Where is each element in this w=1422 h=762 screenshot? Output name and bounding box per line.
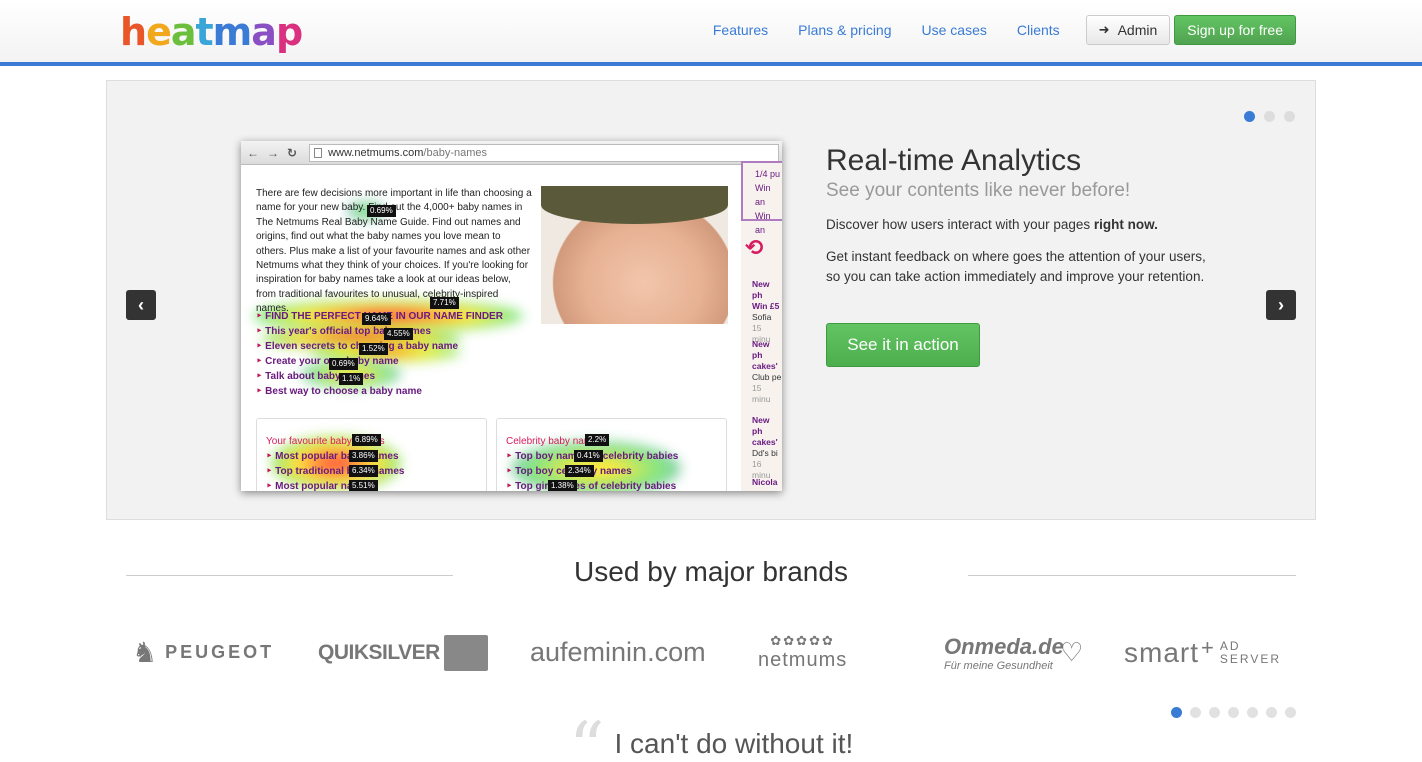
aufeminin-logo: aufeminin.com	[530, 637, 706, 667]
click-percent-badge: 1.52%	[359, 343, 388, 355]
smart-adserver-logo: smart + AD SERVER	[1124, 634, 1281, 668]
pregnant-belly-photo	[541, 186, 728, 324]
hero-paragraph-1: Discover how users interact with your pa…	[826, 217, 1158, 232]
carousel-dot-3[interactable]	[1284, 111, 1295, 122]
heatmap-screenshot: ← → ↻ www.netmums.com/baby-names There a…	[241, 141, 782, 491]
click-percent-badge: 2.34%	[565, 465, 594, 477]
netmums-logo: ✿✿✿✿✿ netmums	[758, 633, 848, 671]
carousel-prev-button[interactable]: ‹	[126, 290, 156, 320]
hero-copy: Real-time Analytics See your contents li…	[826, 143, 1206, 287]
click-percent-badge: 6.34%	[349, 465, 378, 477]
url-host: www.netmums.com	[328, 146, 424, 159]
see-it-in-action-button[interactable]: See it in action	[826, 323, 980, 367]
logo-letter: a	[251, 10, 277, 54]
admin-button[interactable]: ➜ Admin	[1085, 15, 1171, 45]
brands-dot-3[interactable]	[1209, 707, 1220, 718]
plus-icon: +	[1201, 634, 1214, 660]
carousel-dot-1[interactable]	[1244, 111, 1255, 122]
heatmap-logo[interactable]: heatmap	[120, 10, 303, 54]
heart-cross-icon: ♡	[1060, 637, 1084, 667]
brands-dot-1[interactable]	[1171, 707, 1182, 718]
hero-carousel: ‹ › ← → ↻ www.netmums.com/baby-names The…	[106, 80, 1316, 520]
click-percent-badge: 9.64%	[362, 313, 391, 325]
nav-plans-pricing[interactable]: Plans & pricing	[798, 22, 891, 38]
nav-clients[interactable]: Clients	[1017, 22, 1060, 38]
testimonial: “I can't do without it!	[0, 713, 1422, 762]
click-percent-badge: 3.86%	[349, 450, 378, 462]
news-item: New ph cakes' Dd's bi 16 minu	[752, 415, 778, 480]
promo-box: 1/4 pu Win an Win an	[741, 161, 782, 235]
promo-line: Win an	[755, 183, 771, 207]
wave-icon	[443, 634, 488, 671]
forward-arrow-icon: →	[267, 145, 279, 160]
news-item: New ph Win £5 Sofia 15 minu	[752, 279, 780, 344]
people-icon: ✿✿✿✿✿	[770, 633, 835, 648]
quote-mark-icon: “	[568, 707, 605, 762]
box-title: Celebrity baby names	[506, 436, 603, 447]
brands-carousel-indicators	[1163, 707, 1296, 718]
nav-features[interactable]: Features	[713, 22, 768, 38]
hero-title: Real-time Analytics	[826, 144, 1082, 177]
click-percent-badge: 4.55%	[384, 328, 413, 340]
click-percent-badge: 0.69%	[329, 358, 358, 370]
brands-dot-5[interactable]	[1247, 707, 1258, 718]
quiksilver-logo: QUIKSILVER	[318, 625, 488, 680]
page-icon	[314, 147, 323, 158]
celebrity-names-box: Celebrity baby names Top boy names of ce…	[496, 418, 727, 491]
promo-line: 1/4 pu	[755, 169, 781, 179]
click-percent-badge: 0.41%	[574, 450, 603, 462]
logo-letter: h	[120, 10, 147, 54]
article-link[interactable]: Talk about baby names	[256, 369, 503, 384]
article-link[interactable]: Best way to choose a baby name	[256, 384, 503, 399]
click-percent-badge: 0.69%	[367, 205, 396, 217]
logo-letter: p	[275, 10, 303, 54]
brands-dot-4[interactable]	[1228, 707, 1239, 718]
click-percent-badge: 7.71%	[430, 297, 459, 309]
brands-dot-7[interactable]	[1285, 707, 1296, 718]
address-bar: www.netmums.com/baby-names	[309, 143, 780, 162]
article-link[interactable]: This year's official top baby names	[256, 324, 503, 339]
site-header: heatmap Features Plans & pricing Use cas…	[0, 0, 1422, 66]
news-item: New ph cakes' Club pe 15 minu	[752, 339, 782, 404]
click-percent-badge: 1.38%	[548, 480, 577, 491]
browser-toolbar: ← → ↻ www.netmums.com/baby-names	[241, 141, 782, 165]
box-link[interactable]: Top boy names of celebrity babies	[506, 449, 726, 464]
logo-letter: t	[195, 10, 214, 54]
hero-subtitle: See your contents like never before!	[826, 180, 1131, 201]
article-link[interactable]: Create your own baby name	[256, 354, 503, 369]
testimonial-text: I can't do without it!	[614, 728, 854, 759]
click-percent-badge: 5.51%	[349, 480, 378, 491]
carousel-dot-2[interactable]	[1264, 111, 1275, 122]
brands-dot-6[interactable]	[1266, 707, 1277, 718]
admin-label: Admin	[1117, 22, 1158, 38]
logo-letter: a	[170, 10, 197, 54]
onmeda-logo: Onmeda.de Für meine Gesundheit	[944, 633, 1064, 672]
brand-logos: ♞ PEUGEOT QUIKSILVER aufeminin.com ✿✿✿✿✿…	[126, 625, 1296, 680]
recycle-icon: ⟲	[745, 235, 764, 260]
lion-icon: ♞	[132, 637, 158, 668]
carousel-next-button[interactable]: ›	[1266, 290, 1296, 320]
click-percent-badge: 1.1%	[339, 373, 364, 385]
back-arrow-icon: ←	[247, 145, 259, 160]
sign-in-icon: ➜	[1098, 22, 1110, 37]
promo-line: Win an	[755, 211, 771, 235]
hero-paragraph-2: Get instant feedback on where goes the a…	[826, 249, 1206, 284]
nav-use-cases[interactable]: Use cases	[922, 22, 987, 38]
reload-icon: ↻	[287, 145, 298, 160]
brands-dot-2[interactable]	[1190, 707, 1201, 718]
main-nav: Features Plans & pricing Use cases Clien…	[683, 15, 1296, 45]
click-percent-badge: 2.2%	[585, 434, 610, 446]
signup-button[interactable]: Sign up for free	[1174, 15, 1296, 45]
logo-letter: m	[212, 10, 253, 54]
url-path: /baby-names	[423, 146, 488, 159]
sidebar-column: 1/4 pu Win an Win an ⟲ New ph Win £5 Sofia…	[741, 161, 782, 491]
carousel-indicators	[1235, 111, 1295, 122]
box-link[interactable]: Top boy celebrity names	[506, 464, 726, 479]
box-link[interactable]: Top girl names of celebrity babies	[506, 479, 726, 491]
peugeot-logo: ♞ PEUGEOT	[132, 637, 275, 668]
logo-letter: e	[146, 10, 172, 54]
news-item: Nicola	[752, 477, 778, 487]
click-percent-badge: 6.89%	[352, 434, 381, 446]
brands-heading: Used by major brands	[574, 556, 848, 587]
